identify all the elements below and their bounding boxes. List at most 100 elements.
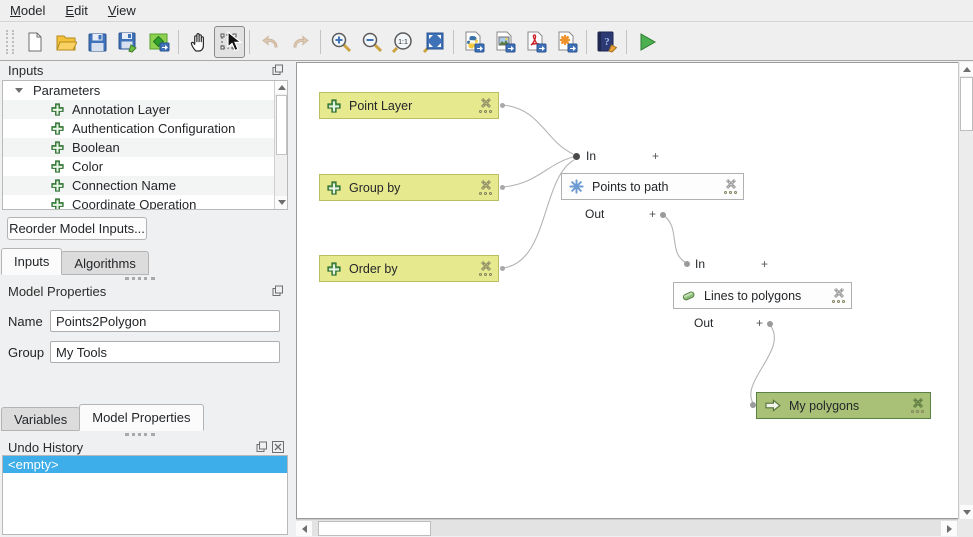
menu-view[interactable]: View (98, 1, 146, 20)
export-image-button[interactable] (489, 26, 520, 58)
close-panel-icon[interactable] (272, 441, 284, 453)
zoom-out-button[interactable] (356, 26, 387, 58)
undo-button[interactable] (254, 26, 285, 58)
add-port-icon[interactable]: + (652, 149, 659, 163)
out-port-dot[interactable] (660, 212, 666, 218)
tree-root-parameters[interactable]: Parameters (3, 81, 287, 100)
add-port-icon[interactable]: + (649, 207, 656, 221)
float-panel-icon[interactable] (256, 441, 268, 453)
model-canvas[interactable]: Point Layer Group by Order by (296, 62, 958, 519)
scroll-right-icon[interactable] (941, 521, 957, 536)
node-options-icon[interactable] (832, 300, 845, 303)
export-python-button[interactable] (458, 26, 489, 58)
add-input-icon (51, 141, 64, 154)
delete-node-icon[interactable] (912, 398, 924, 409)
chevron-down-icon[interactable] (15, 88, 23, 93)
in-port-label: In (586, 149, 596, 163)
pan-tool-button[interactable] (183, 26, 214, 58)
tree-scrollbar[interactable] (274, 81, 287, 209)
zoom-in-icon (329, 30, 353, 54)
node-lines-to-polygons[interactable]: Lines to polygons (673, 282, 852, 309)
tree-item-color[interactable]: Color (3, 157, 287, 176)
edge-connections (297, 63, 958, 519)
help-button[interactable]: ? (591, 26, 622, 58)
new-model-button[interactable] (19, 26, 50, 58)
algorithm-icon (569, 179, 584, 194)
node-my-polygons[interactable]: My polygons (756, 392, 931, 419)
node-group-by[interactable]: Group by (319, 174, 499, 201)
scroll-up-icon[interactable] (275, 81, 288, 94)
export-pdf-button[interactable] (520, 26, 551, 58)
tab-algorithms[interactable]: Algorithms (61, 251, 148, 275)
reorder-model-inputs-button[interactable]: Reorder Model Inputs... (7, 217, 147, 240)
zoom-in-button[interactable] (325, 26, 356, 58)
output-port-dot[interactable] (500, 266, 505, 271)
scroll-up-icon[interactable] (960, 62, 973, 76)
tree-item-annotation-layer[interactable]: Annotation Layer (3, 100, 287, 119)
node-options-icon[interactable] (479, 273, 492, 276)
scroll-down-icon[interactable] (275, 196, 288, 209)
save-in-project-icon (148, 31, 170, 53)
delete-node-icon[interactable] (480, 98, 492, 109)
zoom-actual-button[interactable]: 1:1 (387, 26, 418, 58)
delete-node-icon[interactable] (833, 288, 845, 299)
scroll-left-icon[interactable] (296, 521, 312, 536)
add-port-icon[interactable]: + (756, 316, 763, 330)
run-model-button[interactable] (631, 26, 662, 58)
node-point-layer[interactable]: Point Layer (319, 92, 499, 119)
output-port-dot[interactable] (500, 103, 505, 108)
horizontal-scrollbar-thumb[interactable] (318, 521, 431, 536)
undo-icon (259, 31, 281, 53)
zoom-full-button[interactable] (418, 26, 449, 58)
toolbar-drag-handle[interactable] (6, 30, 14, 54)
add-port-icon[interactable]: + (761, 257, 768, 271)
node-options-icon[interactable] (911, 410, 924, 413)
in-port-label: In (695, 257, 705, 271)
node-options-icon[interactable] (479, 110, 492, 113)
zoom-full-icon (422, 30, 446, 54)
redo-button[interactable] (285, 26, 316, 58)
save-model-button[interactable] (81, 26, 112, 58)
model-group-input[interactable] (50, 341, 280, 363)
save-model-in-project-button[interactable] (143, 26, 174, 58)
redo-icon (290, 31, 312, 53)
in-port-dot[interactable] (684, 261, 690, 267)
open-model-button[interactable] (50, 26, 81, 58)
float-panel-icon[interactable] (272, 285, 284, 297)
delete-node-icon[interactable] (725, 179, 737, 190)
tree-item-connection-name[interactable]: Connection Name (3, 176, 287, 195)
node-points-to-path[interactable]: Points to path (561, 173, 744, 200)
dock-splitter-handle[interactable] (125, 277, 155, 280)
output-port-dot[interactable] (500, 185, 505, 190)
tree-item-authentication-configuration[interactable]: Authentication Configuration (3, 119, 287, 138)
tab-variables[interactable]: Variables (1, 407, 80, 431)
undo-history-item-selected[interactable]: <empty> (3, 456, 287, 473)
tree-item-coordinate-operation[interactable]: Coordinate Operation (3, 195, 287, 210)
scroll-down-icon[interactable] (960, 505, 973, 519)
dock-splitter-handle[interactable] (125, 433, 155, 436)
tree-item-label: Boolean (72, 140, 120, 155)
canvas-horizontal-scrollbar[interactable] (296, 519, 958, 536)
node-options-icon[interactable] (724, 191, 737, 194)
model-name-input[interactable] (50, 310, 280, 332)
node-order-by[interactable]: Order by (319, 255, 499, 282)
edge-point-layer-to-in (503, 105, 573, 154)
menu-edit[interactable]: Edit (55, 1, 97, 20)
save-model-as-button[interactable] (112, 26, 143, 58)
tree-item-boolean[interactable]: Boolean (3, 138, 287, 157)
node-options-icon[interactable] (479, 192, 492, 195)
vertical-scrollbar-thumb[interactable] (960, 77, 973, 131)
canvas-vertical-scrollbar[interactable] (958, 62, 973, 519)
tab-model-properties[interactable]: Model Properties (79, 404, 203, 431)
float-panel-icon[interactable] (272, 64, 284, 76)
menu-model[interactable]: Model (0, 1, 55, 20)
delete-node-icon[interactable] (480, 180, 492, 191)
delete-node-icon[interactable] (480, 261, 492, 272)
tree-scrollbar-thumb[interactable] (276, 95, 287, 155)
out-port-dot[interactable] (767, 321, 773, 327)
tab-inputs[interactable]: Inputs (1, 248, 62, 275)
in-port-dot[interactable] (573, 153, 580, 160)
run-icon (636, 31, 658, 53)
export-python-icon (462, 30, 486, 54)
export-svg-button[interactable] (551, 26, 582, 58)
